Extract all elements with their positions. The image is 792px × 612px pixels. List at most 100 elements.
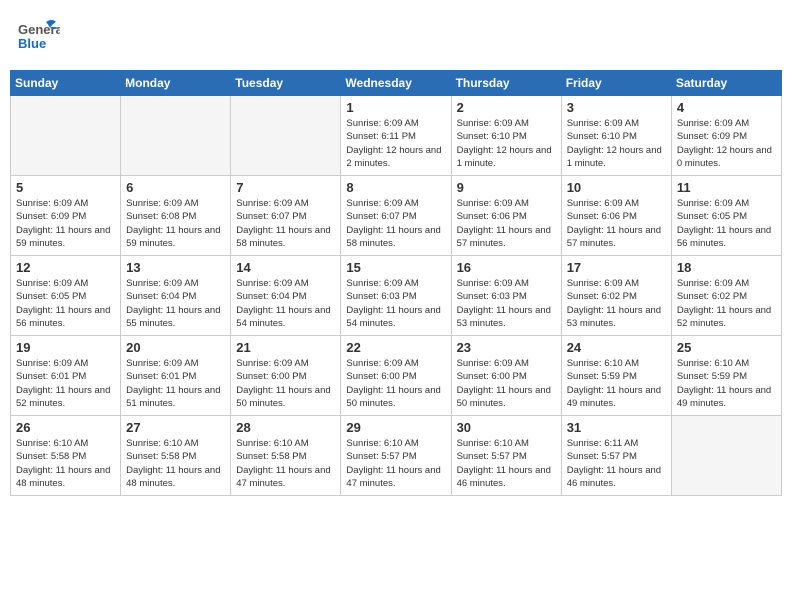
day-info: Sunrise: 6:09 AMSunset: 6:07 PMDaylight:… bbox=[236, 197, 335, 250]
day-number: 5 bbox=[16, 180, 115, 195]
day-cell-17: 17Sunrise: 6:09 AMSunset: 6:02 PMDayligh… bbox=[561, 256, 671, 336]
calendar-table: SundayMondayTuesdayWednesdayThursdayFrid… bbox=[10, 70, 782, 496]
day-info: Sunrise: 6:10 AMSunset: 5:58 PMDaylight:… bbox=[126, 437, 225, 490]
day-number: 2 bbox=[457, 100, 556, 115]
day-number: 7 bbox=[236, 180, 335, 195]
day-number: 21 bbox=[236, 340, 335, 355]
day-number: 15 bbox=[346, 260, 445, 275]
day-cell-2: 2 Sunrise: 6:09 AMSunset: 6:10 PMDaylight… bbox=[451, 96, 561, 176]
day-cell-10: 10Sunrise: 6:09 AMSunset: 6:06 PMDayligh… bbox=[561, 176, 671, 256]
day-number: 8 bbox=[346, 180, 445, 195]
day-info: Sunrise: 6:09 AMSunset: 6:04 PMDaylight:… bbox=[236, 277, 335, 330]
weekday-header-tuesday: Tuesday bbox=[231, 71, 341, 96]
week-row-3: 19 Sunrise: 6:09 AMSunset: 6:01 PMDayligh… bbox=[11, 336, 782, 416]
day-number: 16 bbox=[457, 260, 556, 275]
day-number: 30 bbox=[457, 420, 556, 435]
day-info: Sunrise: 6:09 AMSunset: 6:07 PMDaylight:… bbox=[346, 197, 445, 250]
weekday-header-thursday: Thursday bbox=[451, 71, 561, 96]
day-number: 13 bbox=[126, 260, 225, 275]
day-info: Sunrise: 6:09 AMSunset: 6:08 PMDaylight:… bbox=[126, 197, 225, 250]
day-cell-5: 5 Sunrise: 6:09 AMSunset: 6:09 PMDaylight… bbox=[11, 176, 121, 256]
day-number: 19 bbox=[16, 340, 115, 355]
day-info: Sunrise: 6:09 AMSunset: 6:09 PMDaylight:… bbox=[16, 197, 115, 250]
empty-cell bbox=[231, 96, 341, 176]
week-row-4: 26 Sunrise: 6:10 AMSunset: 5:58 PMDayligh… bbox=[11, 416, 782, 496]
day-cell-26: 26 Sunrise: 6:10 AMSunset: 5:58 PMDayligh… bbox=[11, 416, 121, 496]
day-cell-18: 18Sunrise: 6:09 AMSunset: 6:02 PMDayligh… bbox=[671, 256, 781, 336]
day-info: Sunrise: 6:09 AMSunset: 6:10 PMDaylight:… bbox=[457, 117, 556, 170]
day-info: Sunrise: 6:09 AMSunset: 6:03 PMDaylight:… bbox=[346, 277, 445, 330]
empty-cell bbox=[121, 96, 231, 176]
day-cell-14: 14 Sunrise: 6:09 AMSunset: 6:04 PMDayligh… bbox=[231, 256, 341, 336]
day-number: 29 bbox=[346, 420, 445, 435]
day-info: Sunrise: 6:09 AMSunset: 6:00 PMDaylight:… bbox=[457, 357, 556, 410]
week-row-2: 12Sunrise: 6:09 AMSunset: 6:05 PMDayligh… bbox=[11, 256, 782, 336]
day-cell-19: 19 Sunrise: 6:09 AMSunset: 6:01 PMDayligh… bbox=[11, 336, 121, 416]
day-info: Sunrise: 6:09 AMSunset: 6:04 PMDaylight:… bbox=[126, 277, 225, 330]
day-cell-7: 7 Sunrise: 6:09 AMSunset: 6:07 PMDaylight… bbox=[231, 176, 341, 256]
day-number: 24 bbox=[567, 340, 666, 355]
week-row-0: 1 Sunrise: 6:09 AMSunset: 6:11 PMDaylight… bbox=[11, 96, 782, 176]
svg-text:Blue: Blue bbox=[18, 36, 46, 51]
day-info: Sunrise: 6:09 AMSunset: 6:10 PMDaylight:… bbox=[567, 117, 666, 170]
day-number: 11 bbox=[677, 180, 776, 195]
weekday-header-wednesday: Wednesday bbox=[341, 71, 451, 96]
day-info: Sunrise: 6:09 AMSunset: 6:09 PMDaylight:… bbox=[677, 117, 776, 170]
header: General Blue bbox=[10, 10, 782, 62]
day-cell-1: 1 Sunrise: 6:09 AMSunset: 6:11 PMDaylight… bbox=[341, 96, 451, 176]
day-cell-16: 16 Sunrise: 6:09 AMSunset: 6:03 PMDayligh… bbox=[451, 256, 561, 336]
day-cell-21: 21 Sunrise: 6:09 AMSunset: 6:00 PMDayligh… bbox=[231, 336, 341, 416]
day-number: 17 bbox=[567, 260, 666, 275]
svg-text:General: General bbox=[18, 22, 60, 37]
day-cell-30: 30Sunrise: 6:10 AMSunset: 5:57 PMDayligh… bbox=[451, 416, 561, 496]
weekday-header-row: SundayMondayTuesdayWednesdayThursdayFrid… bbox=[11, 71, 782, 96]
day-info: Sunrise: 6:10 AMSunset: 5:58 PMDaylight:… bbox=[236, 437, 335, 490]
weekday-header-monday: Monday bbox=[121, 71, 231, 96]
day-cell-23: 23 Sunrise: 6:09 AMSunset: 6:00 PMDayligh… bbox=[451, 336, 561, 416]
day-info: Sunrise: 6:09 AMSunset: 6:05 PMDaylight:… bbox=[16, 277, 115, 330]
day-number: 9 bbox=[457, 180, 556, 195]
day-number: 10 bbox=[567, 180, 666, 195]
day-number: 31 bbox=[567, 420, 666, 435]
day-cell-31: 31Sunrise: 6:11 AMSunset: 5:57 PMDayligh… bbox=[561, 416, 671, 496]
day-number: 27 bbox=[126, 420, 225, 435]
day-info: Sunrise: 6:09 AMSunset: 6:01 PMDaylight:… bbox=[126, 357, 225, 410]
day-info: Sunrise: 6:09 AMSunset: 6:11 PMDaylight:… bbox=[346, 117, 445, 170]
day-info: Sunrise: 6:09 AMSunset: 6:00 PMDaylight:… bbox=[236, 357, 335, 410]
week-row-1: 5 Sunrise: 6:09 AMSunset: 6:09 PMDaylight… bbox=[11, 176, 782, 256]
day-info: Sunrise: 6:10 AMSunset: 5:58 PMDaylight:… bbox=[16, 437, 115, 490]
day-info: Sunrise: 6:10 AMSunset: 5:57 PMDaylight:… bbox=[346, 437, 445, 490]
logo-icon: General Blue bbox=[16, 14, 60, 58]
day-cell-11: 11Sunrise: 6:09 AMSunset: 6:05 PMDayligh… bbox=[671, 176, 781, 256]
day-cell-4: 4Sunrise: 6:09 AMSunset: 6:09 PMDaylight… bbox=[671, 96, 781, 176]
day-info: Sunrise: 6:09 AMSunset: 6:02 PMDaylight:… bbox=[677, 277, 776, 330]
day-number: 14 bbox=[236, 260, 335, 275]
day-number: 22 bbox=[346, 340, 445, 355]
day-cell-15: 15 Sunrise: 6:09 AMSunset: 6:03 PMDayligh… bbox=[341, 256, 451, 336]
day-number: 20 bbox=[126, 340, 225, 355]
day-cell-9: 9 Sunrise: 6:09 AMSunset: 6:06 PMDaylight… bbox=[451, 176, 561, 256]
day-number: 3 bbox=[567, 100, 666, 115]
day-number: 6 bbox=[126, 180, 225, 195]
day-cell-6: 6 Sunrise: 6:09 AMSunset: 6:08 PMDaylight… bbox=[121, 176, 231, 256]
weekday-header-friday: Friday bbox=[561, 71, 671, 96]
logo: General Blue bbox=[16, 14, 60, 58]
weekday-header-sunday: Sunday bbox=[11, 71, 121, 96]
day-info: Sunrise: 6:09 AMSunset: 6:03 PMDaylight:… bbox=[457, 277, 556, 330]
page: General Blue SundayMondayTuesdayWednesda… bbox=[0, 0, 792, 612]
day-cell-22: 22 Sunrise: 6:09 AMSunset: 6:00 PMDayligh… bbox=[341, 336, 451, 416]
day-info: Sunrise: 6:09 AMSunset: 6:00 PMDaylight:… bbox=[346, 357, 445, 410]
weekday-header-saturday: Saturday bbox=[671, 71, 781, 96]
day-number: 25 bbox=[677, 340, 776, 355]
day-cell-13: 13 Sunrise: 6:09 AMSunset: 6:04 PMDayligh… bbox=[121, 256, 231, 336]
day-number: 1 bbox=[346, 100, 445, 115]
day-number: 23 bbox=[457, 340, 556, 355]
day-number: 26 bbox=[16, 420, 115, 435]
day-cell-24: 24Sunrise: 6:10 AMSunset: 5:59 PMDayligh… bbox=[561, 336, 671, 416]
day-cell-27: 27 Sunrise: 6:10 AMSunset: 5:58 PMDayligh… bbox=[121, 416, 231, 496]
day-cell-3: 3 Sunrise: 6:09 AMSunset: 6:10 PMDaylight… bbox=[561, 96, 671, 176]
day-cell-28: 28 Sunrise: 6:10 AMSunset: 5:58 PMDayligh… bbox=[231, 416, 341, 496]
day-info: Sunrise: 6:09 AMSunset: 6:06 PMDaylight:… bbox=[457, 197, 556, 250]
day-info: Sunrise: 6:09 AMSunset: 6:01 PMDaylight:… bbox=[16, 357, 115, 410]
day-number: 28 bbox=[236, 420, 335, 435]
